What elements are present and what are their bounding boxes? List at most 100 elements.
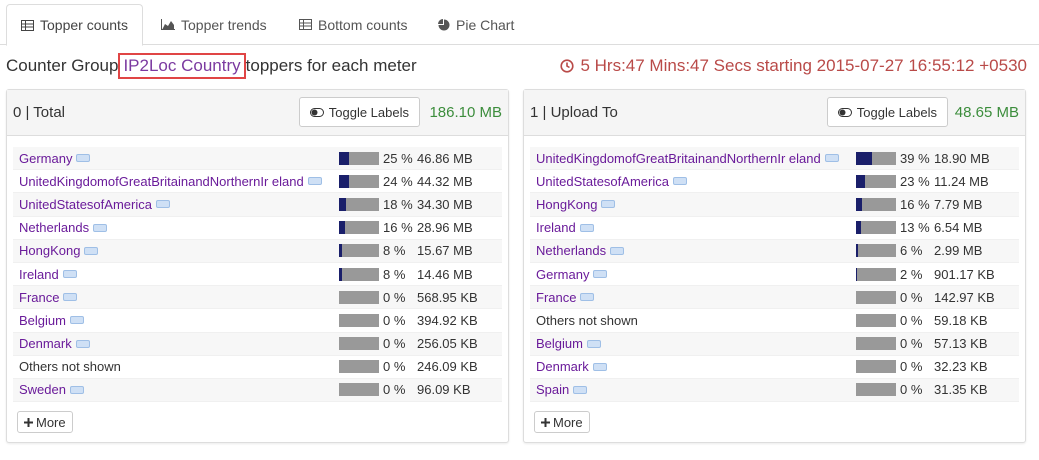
- timer-status: 5 Hrs:47 Mins:47 Secs starting 2015-07-2…: [560, 56, 1027, 76]
- others-label: Others not shown: [13, 359, 339, 374]
- country-link[interactable]: UnitedStatesofAmerica: [530, 174, 856, 189]
- table-row: Others not shown 0 % 59.18 KB: [530, 309, 1019, 333]
- label-tag-icon[interactable]: [76, 154, 91, 163]
- label-tag-icon[interactable]: [307, 177, 322, 186]
- percent-value: 16 %: [900, 196, 930, 212]
- table-row: Germany 25 % 46.86 MB: [13, 147, 502, 171]
- label-tag-icon[interactable]: [824, 154, 839, 163]
- counter-group-name[interactable]: IP2Loc Country: [118, 53, 246, 79]
- label-tag-icon[interactable]: [593, 270, 608, 279]
- label-tag-icon[interactable]: [69, 385, 84, 394]
- area-chart-icon: [161, 19, 175, 30]
- country-link[interactable]: Spain: [530, 382, 856, 397]
- country-name: Ireland: [19, 266, 59, 282]
- label-tag-icon[interactable]: [155, 200, 170, 209]
- percent-bar-fill: [856, 151, 872, 165]
- percent-bar: [339, 244, 379, 258]
- percent-bar: [339, 290, 379, 304]
- label-tag-icon[interactable]: [84, 246, 99, 255]
- toggle-icon: [309, 107, 324, 117]
- country-link[interactable]: France: [530, 290, 856, 305]
- label-tag-icon[interactable]: [69, 316, 84, 325]
- country-link[interactable]: Denmark: [13, 336, 339, 351]
- size-value: 142.97 KB: [934, 289, 995, 305]
- percent-bar-fill: [856, 197, 863, 211]
- more-button[interactable]: More: [17, 411, 73, 433]
- tab-topper-counts[interactable]: Topper counts: [6, 4, 143, 46]
- size-value: 96.09 KB: [417, 382, 471, 398]
- country-link[interactable]: UnitedKingdomofGreatBritainandNorthernIr…: [530, 151, 856, 166]
- size-value: 15.67 MB: [417, 243, 473, 259]
- size-value: 2.99 MB: [934, 243, 983, 259]
- label-tag-icon[interactable]: [62, 270, 77, 279]
- table-row: Denmark 0 % 32.23 KB: [530, 356, 1019, 379]
- page-title: Counter Group IP2Loc Country toppers for…: [6, 53, 417, 79]
- country-link[interactable]: HongKong: [13, 243, 339, 258]
- country-link[interactable]: Netherlands: [13, 220, 339, 235]
- country-link[interactable]: Belgium: [530, 336, 856, 351]
- size-value: 44.32 MB: [417, 173, 473, 189]
- tab-topper-trends[interactable]: Topper trends: [147, 4, 281, 45]
- label-tag-icon[interactable]: [580, 293, 595, 302]
- percent-bar: [339, 383, 379, 397]
- country-name: France: [536, 289, 577, 305]
- country-link[interactable]: Germany: [13, 151, 339, 166]
- percent-value: 25 %: [383, 150, 413, 166]
- tab-pie-chart[interactable]: Pie Chart: [424, 4, 528, 45]
- country-link[interactable]: UnitedStatesofAmerica: [13, 197, 339, 212]
- label-tag-icon[interactable]: [672, 177, 687, 186]
- country-link[interactable]: Belgium: [13, 313, 339, 328]
- country-link[interactable]: Germany: [530, 267, 856, 282]
- toggle-labels-button[interactable]: Toggle Labels: [826, 97, 948, 127]
- label-tag-icon[interactable]: [610, 246, 625, 255]
- country-link[interactable]: Ireland: [13, 267, 339, 282]
- toggle-labels-button[interactable]: Toggle Labels: [298, 97, 420, 127]
- size-value: 6.54 MB: [934, 220, 983, 236]
- panel-title: 0 | Total: [13, 104, 65, 121]
- percent-bar-fill: [856, 244, 859, 258]
- tab-bottom-counts[interactable]: Bottom counts: [285, 4, 422, 45]
- percent-value: 8 %: [383, 266, 406, 282]
- country-name: UnitedKingdomofGreatBritainandNorthernIr…: [19, 173, 304, 189]
- percent-bar: [339, 267, 379, 281]
- size-value: 59.18 KB: [934, 312, 988, 328]
- country-link[interactable]: HongKong: [530, 197, 856, 212]
- percent-bar-fill: [339, 244, 343, 258]
- table-row: Denmark 0 % 256.05 KB: [13, 332, 502, 356]
- label-tag-icon[interactable]: [93, 223, 108, 232]
- label-tag-icon[interactable]: [75, 339, 90, 348]
- country-link[interactable]: France: [13, 290, 339, 305]
- percent-value: 0 %: [900, 359, 923, 375]
- country-link[interactable]: Sweden: [13, 382, 339, 397]
- country-name: Ireland: [536, 220, 576, 236]
- label-tag-icon[interactable]: [63, 293, 78, 302]
- topper-list: Germany 25 % 46.86 MB UnitedKingdomofGreatB…: [13, 147, 502, 403]
- percent-value: 24 %: [383, 173, 413, 189]
- country-link[interactable]: Netherlands: [530, 243, 856, 258]
- percent-bar: [856, 360, 896, 374]
- percent-value: 23 %: [900, 173, 930, 189]
- country-link[interactable]: Ireland: [530, 220, 856, 235]
- toggle-icon: [837, 107, 852, 117]
- label-tag-icon[interactable]: [601, 200, 616, 209]
- table-row: HongKong 16 % 7.79 MB: [530, 193, 1019, 217]
- table-row: Belgium 0 % 57.13 KB: [530, 332, 1019, 356]
- size-value: 28.96 MB: [417, 220, 473, 236]
- percent-value: 16 %: [383, 220, 413, 236]
- label-tag-icon[interactable]: [592, 362, 607, 371]
- more-button[interactable]: More: [534, 411, 590, 433]
- clock-icon: [560, 59, 575, 73]
- country-link[interactable]: UnitedKingdomofGreatBritainandNorthernIr…: [13, 174, 339, 189]
- country-name: HongKong: [536, 196, 598, 212]
- toggle-labels-label: Toggle Labels: [328, 104, 409, 120]
- country-link[interactable]: Denmark: [530, 359, 856, 374]
- label-tag-icon[interactable]: [586, 339, 601, 348]
- size-value: 57.13 KB: [934, 336, 988, 352]
- percent-bar: [856, 313, 896, 327]
- percent-value: 0 %: [900, 382, 923, 398]
- label-tag-icon[interactable]: [573, 385, 588, 394]
- tab-label: Topper counts: [40, 17, 128, 33]
- percent-bar: [339, 174, 379, 188]
- percent-bar-fill: [339, 174, 349, 188]
- label-tag-icon[interactable]: [579, 223, 594, 232]
